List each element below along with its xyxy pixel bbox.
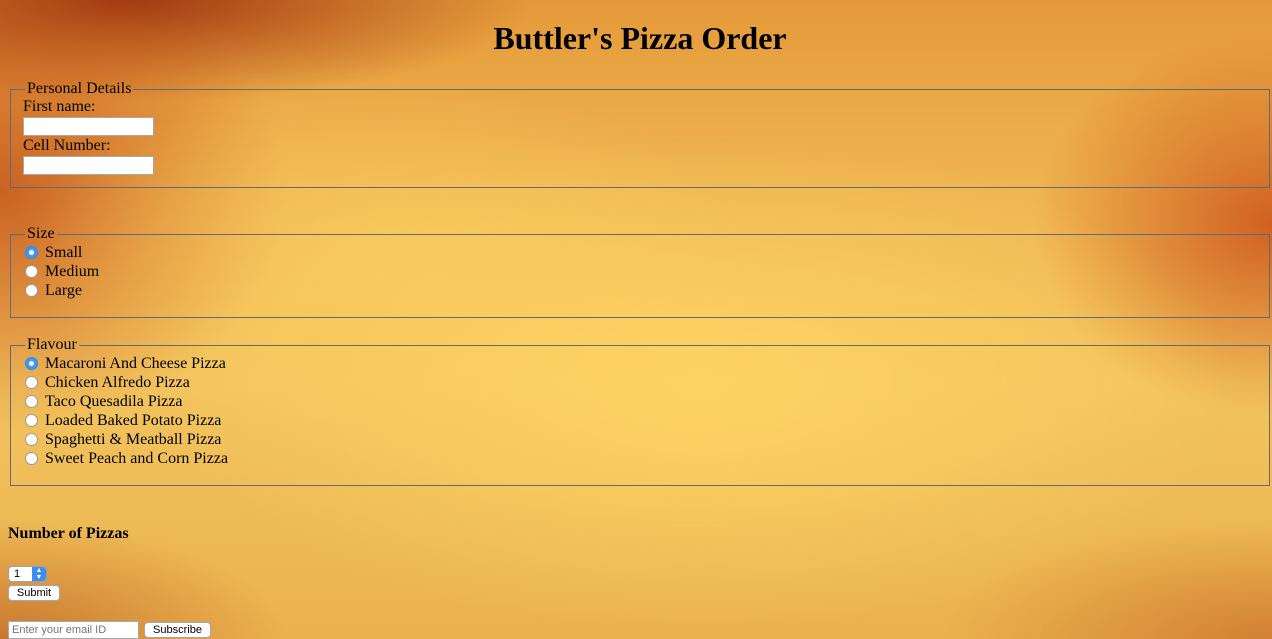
flavour-option-macaroni[interactable]: Macaroni And Cheese Pizza	[23, 354, 1257, 373]
submit-button[interactable]: Submit	[8, 585, 60, 601]
flavour-radio-baked-potato[interactable]	[25, 414, 38, 427]
size-fieldset: Size Small Medium Large	[10, 225, 1270, 318]
size-option-small[interactable]: Small	[23, 243, 1257, 262]
flavour-label-chicken-alfredo: Chicken Alfredo Pizza	[45, 374, 190, 391]
quantity-select[interactable]: 1 ▲ ▼	[8, 566, 47, 582]
cell-number-input[interactable]	[23, 156, 154, 175]
size-label-small: Small	[45, 244, 83, 261]
flavour-radio-chicken-alfredo[interactable]	[25, 376, 38, 389]
page-title: Buttler's Pizza Order	[493, 20, 787, 56]
flavour-radio-spaghetti[interactable]	[25, 433, 38, 446]
cell-number-label: Cell Number:	[23, 137, 111, 154]
quantity-heading: Number of Pizzas	[8, 525, 129, 542]
up-down-arrows-icon: ▲ ▼	[32, 567, 46, 581]
flavour-radio-macaroni[interactable]	[25, 357, 38, 370]
subscribe-button[interactable]: Subscribe	[144, 622, 211, 638]
flavour-legend: Flavour	[27, 336, 77, 353]
flavour-option-chicken-alfredo[interactable]: Chicken Alfredo Pizza	[23, 373, 1257, 392]
size-radio-medium[interactable]	[25, 265, 38, 278]
flavour-label-taco: Taco Quesadila Pizza	[45, 393, 183, 410]
flavour-label-spaghetti: Spaghetti & Meatball Pizza	[45, 431, 222, 448]
email-input[interactable]	[8, 621, 139, 639]
size-label-large: Large	[45, 282, 83, 299]
personal-details-fieldset: Personal Details First name: Cell Number…	[10, 80, 1270, 188]
quantity-select-value: 1	[14, 568, 21, 580]
first-name-input[interactable]	[23, 117, 154, 136]
flavour-option-taco[interactable]: Taco Quesadila Pizza	[23, 392, 1257, 411]
size-radio-small[interactable]	[25, 246, 38, 259]
flavour-fieldset: Flavour Macaroni And Cheese Pizza Chicke…	[10, 336, 1270, 486]
flavour-radio-taco[interactable]	[25, 395, 38, 408]
size-option-medium[interactable]: Medium	[23, 262, 1257, 281]
personal-details-legend: Personal Details	[27, 80, 132, 97]
flavour-option-spaghetti[interactable]: Spaghetti & Meatball Pizza	[23, 430, 1257, 449]
size-radio-large[interactable]	[25, 284, 38, 297]
flavour-option-peach-corn[interactable]: Sweet Peach and Corn Pizza	[23, 449, 1257, 468]
flavour-radio-peach-corn[interactable]	[25, 452, 38, 465]
first-name-label: First name:	[23, 98, 96, 115]
flavour-option-baked-potato[interactable]: Loaded Baked Potato Pizza	[23, 411, 1257, 430]
flavour-label-macaroni: Macaroni And Cheese Pizza	[45, 355, 226, 372]
flavour-label-baked-potato: Loaded Baked Potato Pizza	[45, 412, 222, 429]
size-option-large[interactable]: Large	[23, 281, 1257, 300]
flavour-label-peach-corn: Sweet Peach and Corn Pizza	[45, 450, 229, 467]
size-label-medium: Medium	[45, 263, 100, 280]
size-legend: Size	[27, 225, 55, 242]
